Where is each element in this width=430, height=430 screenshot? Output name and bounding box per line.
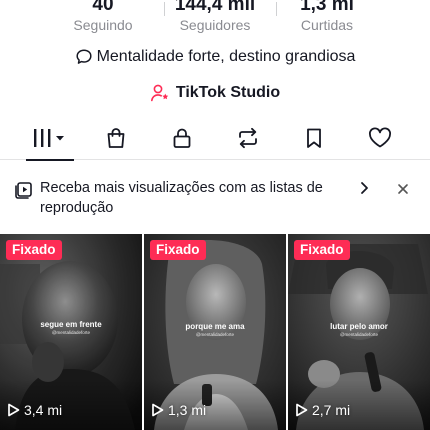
tab-reposts[interactable] (218, 116, 278, 160)
view-count: 1,3 mi (151, 402, 206, 418)
repost-icon (239, 127, 257, 149)
speech-bubble-icon (76, 49, 92, 64)
likes-label: Curtidas (300, 17, 354, 33)
tab-private[interactable] (152, 116, 212, 160)
pinned-badge: Fixado (6, 240, 62, 260)
likes-stat[interactable]: 1,3 mi Curtidas (267, 0, 387, 34)
following-count: 40 (92, 0, 114, 15)
banner-text: Receba mais visualizações com as listas … (40, 180, 323, 216)
chevron-down-icon (56, 136, 64, 141)
video-caption: lutar pelo amor @mentalidadeforte (288, 322, 430, 337)
playlist-banner[interactable]: Receba mais visualizações com as listas … (0, 170, 430, 224)
tab-videos[interactable] (20, 116, 80, 161)
tab-shop[interactable] (86, 116, 146, 160)
pinned-badge: Fixado (150, 240, 206, 260)
profile-bio: Mentalidade forte, destino grandiosa (0, 46, 430, 68)
profile-stats: 40 Seguindo 144,4 mil Seguidores 1,3 mi … (0, 0, 430, 38)
caption-text: lutar pelo amor (330, 322, 388, 331)
profile-tabs (0, 116, 430, 161)
caption-handle: @mentalidadeforte (195, 332, 235, 337)
creator-person-icon (150, 84, 169, 102)
likes-count: 1,3 mi (300, 0, 354, 15)
close-icon[interactable] (396, 182, 410, 196)
video-thumbnail[interactable]: Fixado lutar pelo amor @mentalidadeforte… (288, 234, 430, 430)
bookmark-icon (307, 128, 321, 148)
caption-handle: @mentalidadeforte (339, 332, 379, 337)
tiktok-studio-link[interactable]: TikTok Studio (0, 82, 430, 104)
shopping-bag-icon (107, 128, 125, 148)
lock-icon (173, 128, 191, 148)
video-thumbnail[interactable]: Fixado segue em frente @mentalidadeforte… (0, 234, 142, 430)
tab-liked[interactable] (350, 116, 410, 160)
view-count: 2,7 mi (295, 402, 350, 418)
caption-text: segue em frente (40, 320, 102, 329)
following-label: Seguindo (73, 17, 133, 33)
grid-bars-icon (34, 129, 64, 147)
view-count-text: 3,4 mi (24, 402, 63, 418)
bio-text: Mentalidade forte, destino grandiosa (96, 48, 356, 65)
video-thumbnail[interactable]: Fixado porque me ama @mentalidadeforte 1… (144, 234, 286, 430)
play-icon (296, 403, 308, 417)
video-grid: Fixado segue em frente @mentalidadeforte… (0, 234, 430, 430)
video-caption: segue em frente @mentalidadeforte (0, 320, 142, 335)
active-tab-indicator (26, 159, 74, 161)
chevron-right-icon[interactable] (358, 180, 372, 196)
caption-handle: @mentalidadeforte (51, 330, 91, 335)
tab-favorites[interactable] (284, 116, 344, 160)
play-icon (8, 403, 20, 417)
followers-label: Seguidores (179, 17, 251, 33)
view-count: 3,4 mi (7, 402, 62, 418)
view-count-text: 2,7 mi (312, 402, 351, 418)
heart-icon (369, 127, 391, 148)
following-stat[interactable]: 40 Seguindo (43, 0, 163, 34)
pinned-badge: Fixado (294, 240, 350, 260)
followers-count: 144,4 mil (174, 0, 256, 15)
view-count-text: 1,3 mi (168, 402, 207, 418)
studio-label: TikTok Studio (175, 84, 281, 101)
playlist-icon (15, 182, 32, 199)
video-caption: porque me ama @mentalidadeforte (144, 322, 286, 337)
play-icon (152, 403, 164, 417)
followers-stat[interactable]: 144,4 mil Seguidores (155, 0, 275, 34)
caption-text: porque me ama (185, 322, 245, 331)
